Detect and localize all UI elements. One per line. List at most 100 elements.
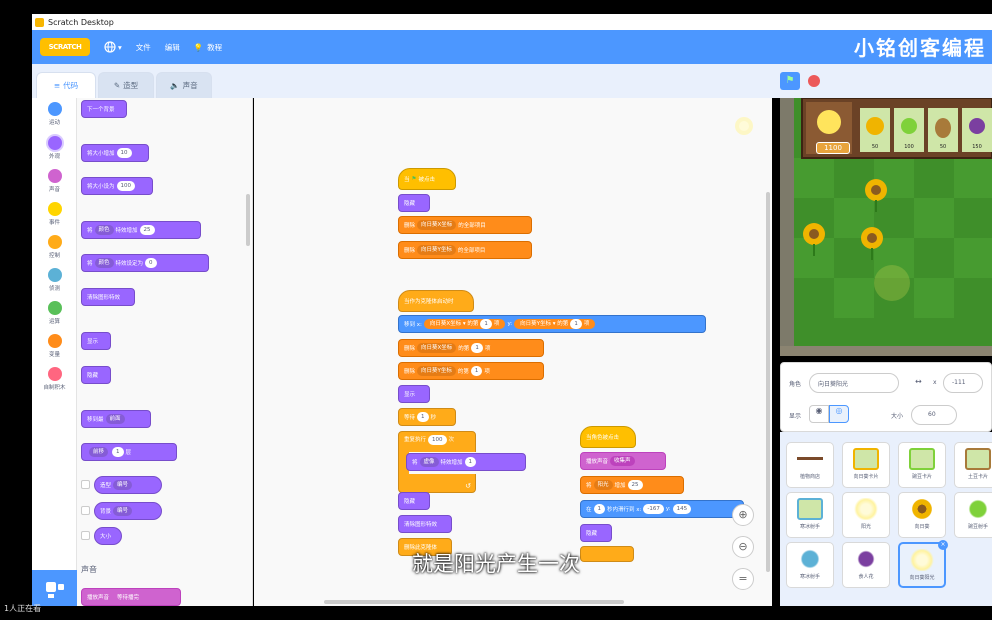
reporter-size[interactable]: 大小 — [94, 527, 122, 545]
block-play-sound-until-done[interactable]: 播放声音 等待播完 — [81, 588, 181, 606]
index-input[interactable]: 1 — [480, 319, 492, 329]
workspace-h-scrollbar[interactable] — [324, 600, 624, 604]
sprite-name-input[interactable]: 向日葵阳光 — [809, 373, 899, 393]
stage-canvas[interactable]: 1100 50 100 50 150 — [780, 98, 992, 356]
hide-sprite-button[interactable]: ◎ — [829, 405, 849, 423]
size-change-input[interactable]: 10 — [116, 148, 132, 158]
item-of-reporter-y[interactable]: 向日葵Y坐标 ▾ 的第 1 项 — [514, 319, 596, 329]
list-dropdown[interactable]: 向日葵X坐标 — [417, 220, 457, 230]
block-change-ghost-effect[interactable]: 将虚像 特效增加 1 — [406, 453, 526, 471]
wait-input[interactable]: 1 — [417, 412, 429, 422]
zoom-in-button[interactable]: ⊕ — [732, 504, 754, 526]
category-motion[interactable]: 运动 — [32, 102, 77, 126]
block-change-variable[interactable]: 将阳光 增加 25 — [580, 476, 684, 494]
glide-y-input[interactable]: 145 — [672, 504, 692, 514]
sprite-tile[interactable]: 豌豆卡片 — [898, 442, 946, 488]
file-menu[interactable]: 文件 — [136, 42, 151, 53]
backdrop-checkbox[interactable] — [81, 506, 90, 515]
block-delete-all-x[interactable]: 删除 向日葵X坐标 的全部项目 — [398, 216, 532, 234]
effect-change-input[interactable]: 25 — [139, 225, 155, 235]
block-delete-item-y[interactable]: 删除 向日葵Y坐标 的第 1 项 — [398, 362, 544, 380]
block-clear-effects[interactable]: 清除图形特效 — [81, 288, 135, 306]
layer-count-input[interactable]: 1 — [112, 447, 124, 457]
x-input[interactable]: -111 — [943, 373, 983, 393]
sprite-tile[interactable]: 寒冰射手 — [786, 492, 834, 538]
sprite-tile[interactable]: 土豆卡片 — [954, 442, 992, 488]
costume-checkbox[interactable] — [81, 480, 90, 489]
block-next-backdrop[interactable]: 下一个背景 — [81, 100, 127, 118]
glide-seconds-input[interactable]: 1 — [593, 504, 606, 514]
block-show[interactable]: 显示 — [81, 332, 111, 350]
block-delete-all-y[interactable]: 删除 向日葵Y坐标 的全部项目 — [398, 241, 532, 259]
tab-code[interactable]: ≡ 代码 — [36, 72, 96, 98]
block-clear-effects[interactable]: 清除图形特效 — [398, 515, 452, 533]
stop-button[interactable] — [808, 75, 820, 87]
layer-direction-dropdown[interactable]: 前移 — [89, 447, 109, 457]
sprite-tile[interactable]: 阳光 — [842, 492, 890, 538]
tab-costumes[interactable]: ✎ 造型 — [98, 72, 154, 98]
block-when-clone-starts[interactable]: 当作为克隆体启动时 — [398, 290, 474, 312]
show-sprite-button[interactable]: ◉ — [809, 405, 829, 423]
size-set-input[interactable]: 100 — [116, 181, 136, 191]
repeat-input[interactable]: 100 — [428, 435, 447, 445]
block-hide[interactable]: 隐藏 — [580, 524, 612, 542]
block-wait[interactable]: 等待 1 秒 — [398, 408, 456, 426]
size-input[interactable]: 60 — [911, 405, 957, 425]
green-flag-button[interactable]: ⚑ — [780, 72, 800, 90]
reporter-costume[interactable]: 造型 编号 — [94, 476, 162, 494]
effect-dropdown[interactable]: 颜色 — [94, 258, 114, 268]
scratch-logo[interactable]: SCRATCH — [40, 38, 90, 56]
backdrop-attr-dropdown[interactable]: 编号 — [113, 506, 133, 516]
block-hide[interactable]: 隐藏 — [81, 366, 111, 384]
category-my-blocks[interactable]: 自制积木 — [32, 367, 77, 391]
block-set-effect[interactable]: 将颜色 特效设定为 0 — [81, 254, 209, 272]
workspace-v-scrollbar[interactable] — [766, 192, 770, 572]
sound-dropdown[interactable]: 收集声 — [610, 456, 635, 466]
variable-dropdown[interactable]: 阳光 — [593, 480, 613, 490]
script-workspace[interactable]: 当 ⚑ 被点击 隐藏 删除 向日葵X坐标 的全部项目 删除 向日葵Y坐标 的全部项目 当作为… — [254, 98, 772, 606]
effect-set-input[interactable]: 0 — [145, 258, 157, 268]
costume-attr-dropdown[interactable]: 编号 — [113, 480, 133, 490]
block-go-layers[interactable]: 前移 1 层 — [81, 443, 177, 461]
list-dropdown[interactable]: 向日葵Y坐标 — [417, 245, 456, 255]
tutorials-menu[interactable]: 💡 教程 — [194, 42, 222, 53]
block-go-to-layer[interactable]: 移到最 前面 — [81, 410, 151, 428]
effect-dropdown[interactable]: 颜色 — [94, 225, 114, 235]
glide-x-input[interactable]: -167 — [643, 504, 664, 514]
block-change-size[interactable]: 将大小增加 10 — [81, 144, 149, 162]
index-input[interactable]: 1 — [471, 343, 483, 353]
category-sensing[interactable]: 侦测 — [32, 268, 77, 292]
edit-menu[interactable]: 编辑 — [165, 42, 180, 53]
category-control[interactable]: 控制 — [32, 235, 77, 259]
block-go-to-xy[interactable]: 移到 x: 向日葵X坐标 ▾ 的第 1 项 y: 向日葵Y坐标 ▾ 的第 1 项 — [398, 315, 706, 333]
tab-sounds[interactable]: 🔈 声音 — [156, 72, 212, 98]
block-hide[interactable]: 隐藏 — [398, 194, 430, 212]
reporter-backdrop[interactable]: 背景 编号 — [94, 502, 162, 520]
category-looks[interactable]: 外观 — [32, 136, 77, 160]
layer-dropdown[interactable]: 前面 — [105, 414, 125, 424]
index-input[interactable]: 1 — [470, 366, 483, 376]
block-delete-item-x[interactable]: 删除 向日葵X坐标 的第 1 项 — [398, 339, 544, 357]
sprite-tile[interactable]: 植物商店 — [786, 442, 834, 488]
effect-input[interactable]: 1 — [464, 457, 477, 467]
effect-dropdown[interactable]: 虚像 — [419, 457, 439, 467]
block-glide-to-xy[interactable]: 在 1 秒内滑行到 x: -167 y: 145 — [580, 500, 744, 518]
item-of-reporter-x[interactable]: 向日葵X坐标 ▾ 的第 1 项 — [423, 319, 506, 329]
block-when-flag-clicked[interactable]: 当 ⚑ 被点击 — [398, 168, 456, 190]
block-when-sprite-clicked[interactable]: 当角色被点击 — [580, 426, 636, 448]
category-sound[interactable]: 声音 — [32, 169, 77, 193]
sprite-tile[interactable]: 向日葵 — [898, 492, 946, 538]
block-change-effect[interactable]: 将颜色 特效增加 25 — [81, 221, 201, 239]
palette-scrollbar[interactable] — [246, 194, 250, 246]
language-menu[interactable]: ▾ — [104, 41, 122, 53]
block-set-size[interactable]: 将大小设为 100 — [81, 177, 153, 195]
index-input[interactable]: 1 — [570, 319, 582, 329]
block-play-sound[interactable]: 播放声音 收集声 — [580, 452, 666, 470]
category-operators[interactable]: 运算 — [32, 301, 77, 325]
sprite-tile[interactable]: 向日葵卡片 — [842, 442, 890, 488]
list-dropdown[interactable]: 向日葵Y坐标 — [417, 366, 456, 376]
block-show[interactable]: 显示 — [398, 385, 430, 403]
sprite-tile[interactable]: 豌豆射手 — [954, 492, 992, 538]
category-variables[interactable]: 变量 — [32, 334, 77, 358]
block-hide[interactable]: 隐藏 — [398, 492, 430, 510]
